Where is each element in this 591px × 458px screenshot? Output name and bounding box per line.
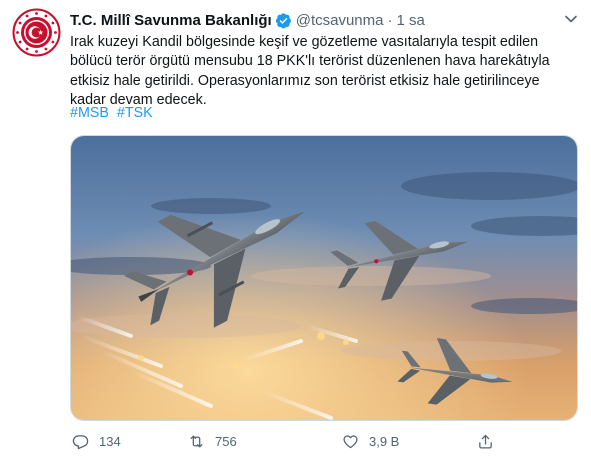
- like-count: 3,9 B: [369, 433, 400, 449]
- verified-badge-icon: [275, 12, 292, 29]
- retweet-count: 756: [215, 433, 237, 449]
- reply-button[interactable]: 134: [72, 430, 121, 452]
- reply-count: 134: [99, 433, 121, 449]
- retweet-icon: [190, 435, 203, 447]
- like-button[interactable]: 3,9 B: [342, 430, 399, 452]
- hashtag-tsk[interactable]: #TSK: [117, 105, 153, 121]
- tweet-text-line: Irak kuzeyi Kandil bölgesinde keşif ve g…: [70, 34, 539, 50]
- tweet[interactable]: T.C. Millî Savunma Bakanlığı @tcsavunma …: [0, 0, 591, 458]
- author-handle[interactable]: @tcsavunma: [296, 12, 384, 29]
- tweet-header: T.C. Millî Savunma Bakanlığı @tcsavunma …: [70, 10, 425, 30]
- tweet-timestamp[interactable]: 1 sa: [396, 12, 424, 29]
- hashtag-msb[interactable]: #MSB: [70, 105, 109, 121]
- heart-icon: [343, 434, 358, 448]
- action-bar: 134 756 3,9 B: [70, 430, 520, 452]
- tweet-photo[interactable]: [70, 135, 578, 421]
- separator-dot: ·: [387, 11, 393, 29]
- chevron-down-icon[interactable]: [563, 12, 579, 26]
- author-name[interactable]: T.C. Millî Savunma Bakanlığı: [70, 12, 272, 29]
- reply-icon: [72, 434, 89, 449]
- tweet-text-line: bölücü terör örgütü mensubu 18 PKK'lı te…: [70, 53, 550, 70]
- tweet-text-line: etkisiz hale getirildi. Operasyonlarımız…: [70, 72, 540, 89]
- avatar[interactable]: [12, 8, 61, 57]
- share-button[interactable]: [477, 430, 504, 452]
- retweet-button[interactable]: 756: [188, 430, 237, 452]
- tweet-text: Irak kuzeyi Kandil bölgesinde keşif ve g…: [70, 33, 576, 110]
- share-icon: [479, 434, 492, 449]
- hashtag-list: #MSB #TSK: [70, 105, 157, 121]
